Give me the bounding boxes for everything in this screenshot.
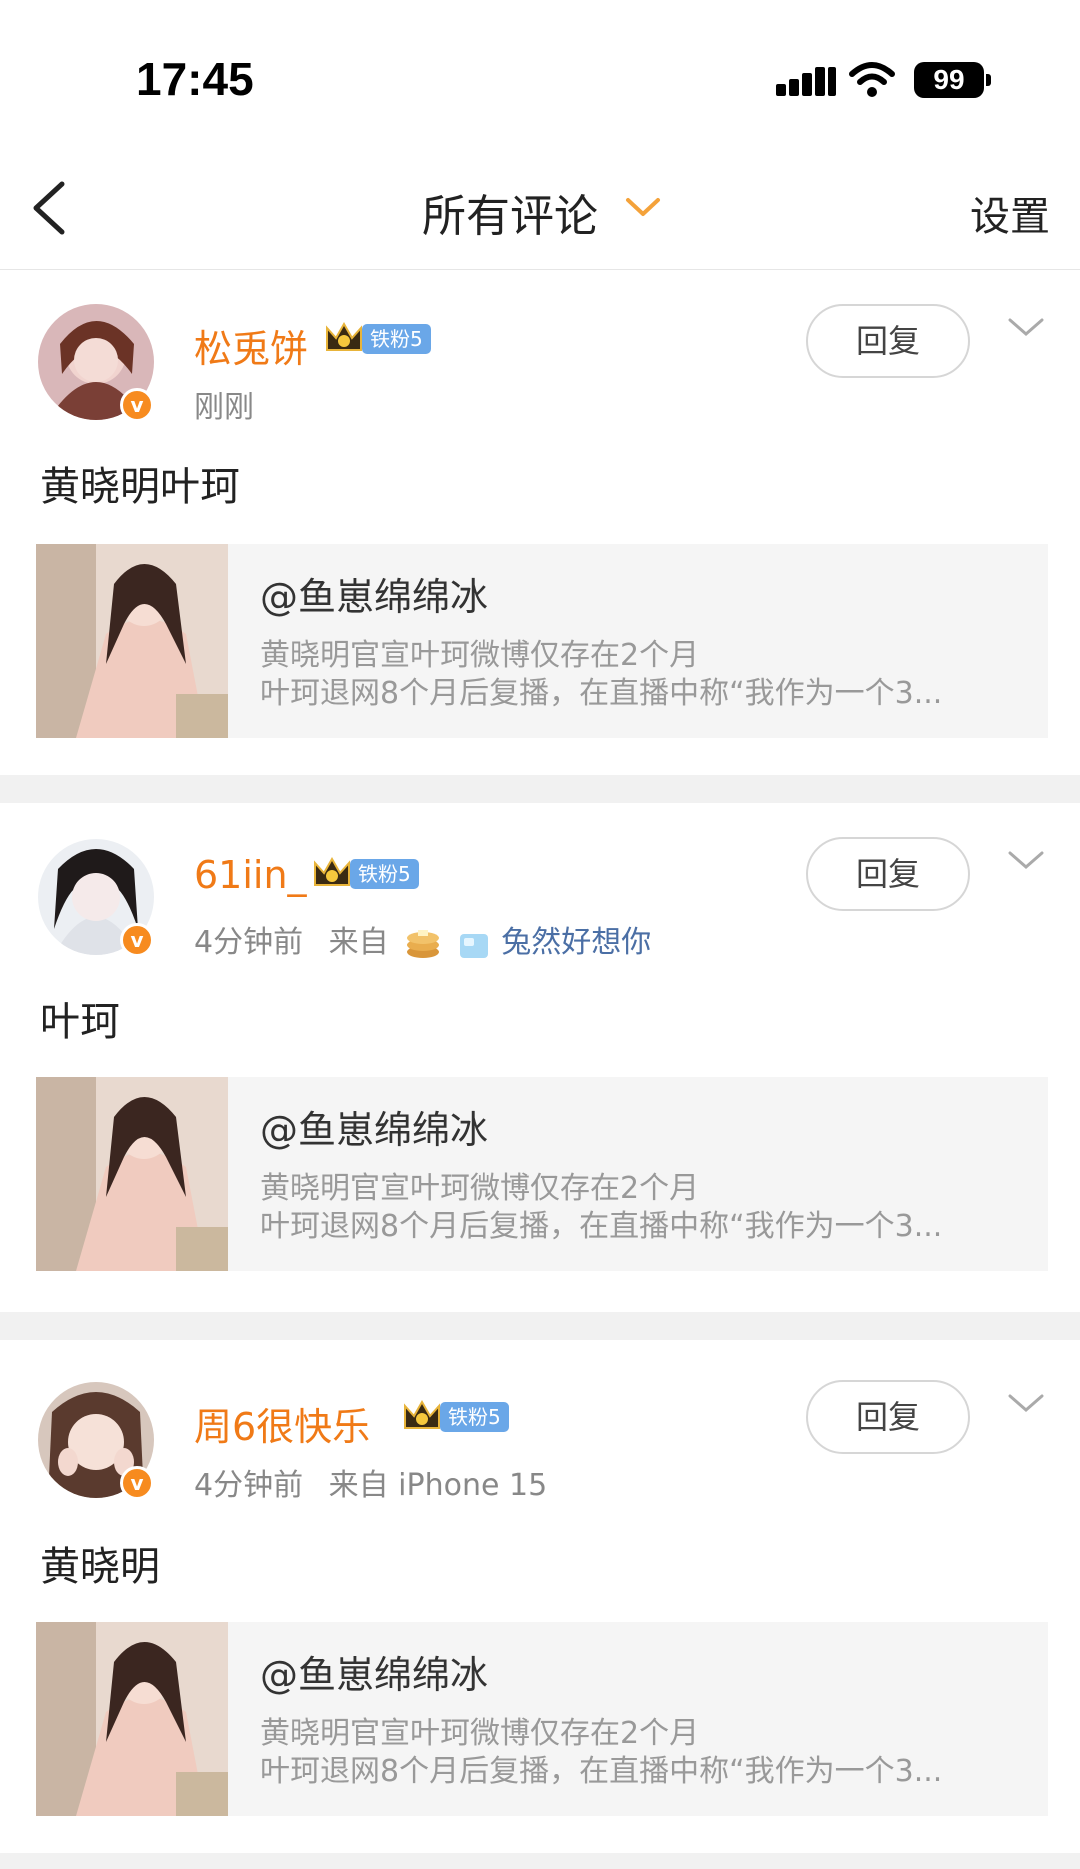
- divider: [0, 775, 1080, 803]
- comment-meta: 4分钟前 来自 兔然好想你: [194, 917, 651, 961]
- wifi-icon: [849, 62, 895, 97]
- more-options-icon[interactable]: [1006, 316, 1046, 340]
- more-options-icon[interactable]: [1006, 1392, 1046, 1416]
- quoted-line-2: 叶珂退网8个月后复播，在直播中称“我作为一个3...: [260, 676, 943, 711]
- quoted-post[interactable]: @鱼崽绵绵冰 黄晓明官宣叶珂微博仅存在2个月 叶珂退网8个月后复播，在直播中称“…: [36, 1622, 1048, 1816]
- divider: [0, 1312, 1080, 1340]
- source-prefix: 来自: [328, 925, 389, 960]
- fan-badge: 铁粉5: [350, 859, 419, 889]
- quoted-post[interactable]: @鱼崽绵绵冰 黄晓明官宣叶珂微博仅存在2个月 叶珂退网8个月后复播，在直播中称“…: [36, 1077, 1048, 1271]
- crown-icon: [326, 321, 362, 351]
- comment-item: v 61iin_ 铁粉5 4分钟前 来自 兔然好想你 回复 叶珂 @鱼崽绵绵冰 …: [0, 803, 1080, 1308]
- battery-cap: [986, 74, 991, 86]
- comment-item: v 周6很快乐 铁粉5 4分钟前 来自 iPhone 15 回复 黄晓明 @鱼崽…: [0, 1340, 1080, 1845]
- reply-button[interactable]: 回复: [806, 837, 970, 911]
- quoted-post[interactable]: @鱼崽绵绵冰 黄晓明官宣叶珂微博仅存在2个月 叶珂退网8个月后复播，在直播中称“…: [36, 544, 1048, 738]
- ice-cube-icon: [459, 933, 488, 958]
- time-text: 4分钟前: [194, 1468, 304, 1503]
- username[interactable]: 松兎饼: [194, 318, 308, 373]
- time-text: 4分钟前: [194, 925, 304, 960]
- quoted-author: @鱼崽绵绵冰: [260, 575, 489, 619]
- comment-text: 黄晓明: [40, 1544, 160, 1590]
- comment-time: 刚刚: [194, 382, 254, 426]
- quoted-line-2: 叶珂退网8个月后复播，在直播中称“我作为一个3...: [260, 1754, 943, 1789]
- post-thumbnail: [36, 1077, 228, 1271]
- pancake-icon: [407, 929, 440, 958]
- nav-bar: 所有评论 设置: [0, 150, 1080, 270]
- quoted-author: @鱼崽绵绵冰: [260, 1653, 489, 1697]
- back-arrow-icon[interactable]: [28, 180, 72, 236]
- time-text: 刚刚: [194, 390, 254, 425]
- quoted-author: @鱼崽绵绵冰: [260, 1108, 489, 1152]
- status-bar: 17:45 99: [0, 0, 1080, 150]
- fan-badge: 铁粉5: [440, 1402, 509, 1432]
- username[interactable]: 61iin_: [194, 853, 307, 897]
- verified-badge-icon: v: [120, 388, 154, 422]
- crown-icon: [314, 856, 350, 886]
- username[interactable]: 周6很快乐: [194, 1396, 370, 1451]
- crown-icon: [404, 1399, 440, 1429]
- quoted-line-2: 叶珂退网8个月后复播，在直播中称“我作为一个3...: [260, 1209, 943, 1244]
- more-options-icon[interactable]: [1006, 849, 1046, 873]
- page-title: 所有评论: [422, 191, 598, 242]
- verified-badge-icon: v: [120, 1466, 154, 1500]
- post-thumbnail: [36, 1622, 228, 1816]
- chevron-down-icon[interactable]: [624, 194, 662, 220]
- comment-text: 黄晓明叶珂: [40, 464, 240, 510]
- post-thumbnail: [36, 544, 228, 738]
- comment-item: v 松兎饼 铁粉5 刚刚 回复 黄晓明叶珂 @鱼崽绵绵冰 黄晓明官宣叶珂微博仅存…: [0, 270, 1080, 775]
- comment-meta: 4分钟前 来自 iPhone 15: [194, 1460, 547, 1504]
- battery-icon: 99: [914, 62, 984, 98]
- divider: [0, 1853, 1080, 1869]
- filter-dropdown[interactable]: 所有评论: [422, 180, 598, 244]
- verified-badge-icon: v: [120, 923, 154, 957]
- comment-text: 叶珂: [40, 999, 120, 1045]
- settings-button[interactable]: 设置: [970, 184, 1050, 242]
- source-link[interactable]: 兔然好想你: [501, 925, 651, 960]
- reply-button[interactable]: 回复: [806, 304, 970, 378]
- signal-icon: [776, 67, 836, 96]
- status-time: 17:45: [136, 53, 254, 105]
- source-prefix: 来自 iPhone 15: [328, 1468, 548, 1503]
- reply-button[interactable]: 回复: [806, 1380, 970, 1454]
- fan-badge: 铁粉5: [362, 324, 431, 354]
